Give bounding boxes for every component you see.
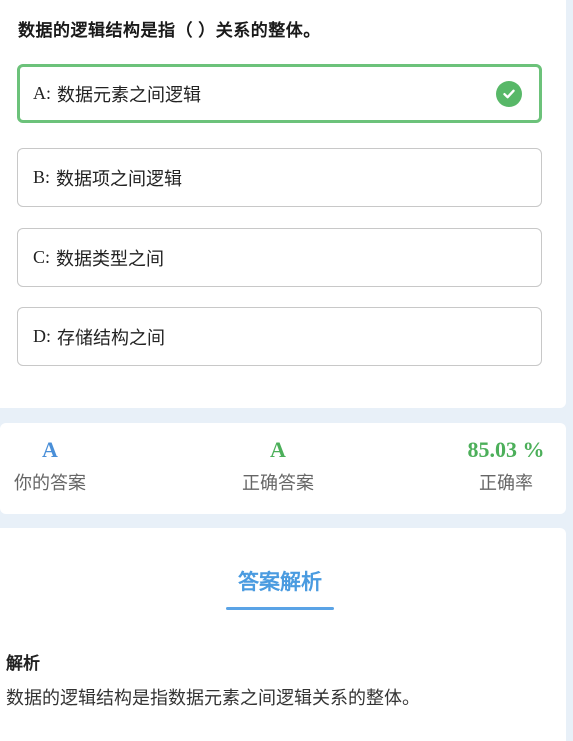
analysis-text: 数据的逻辑结构是指数据元素之间逻辑关系的整体。 xyxy=(6,688,420,708)
option-key: C: xyxy=(33,247,51,267)
option-text: 数据元素之间逻辑 xyxy=(57,84,201,105)
analysis-heading: 答案解析 xyxy=(238,571,322,594)
your-answer-value: A xyxy=(42,437,58,462)
option-text: 数据项之间逻辑 xyxy=(56,168,183,189)
correct-answer-label: 正确答案 xyxy=(242,473,314,493)
option-b[interactable]: B: 数据项之间逻辑 xyxy=(17,148,542,207)
your-answer-label: 你的答案 xyxy=(14,473,86,493)
your-answer-stat: A 你的答案 xyxy=(5,437,95,495)
analysis-label: 解析 xyxy=(6,654,40,673)
question-title: 数据的逻辑结构是指（ ）关系的整体。 xyxy=(18,21,321,40)
option-key: B: xyxy=(33,167,51,187)
check-circle-icon xyxy=(496,80,522,107)
option-text: 数据类型之间 xyxy=(56,248,165,269)
accuracy-stat: 85.03 % 正确率 xyxy=(458,437,554,495)
stats-card: A 你的答案 A 正确答案 85.03 % 正确率 xyxy=(0,423,566,514)
option-key: D: xyxy=(33,326,51,346)
option-a[interactable]: A: 数据元素之间逻辑 xyxy=(17,64,542,123)
correct-answer-value: A xyxy=(270,437,286,462)
accuracy-label: 正确率 xyxy=(479,473,533,493)
question-card: 数据的逻辑结构是指（ ）关系的整体。 A: 数据元素之间逻辑 B: 数据项之间逻… xyxy=(0,0,566,408)
analysis-card: 答案解析 解析 数据的逻辑结构是指数据元素之间逻辑关系的整体。 xyxy=(0,528,566,741)
accuracy-value: 85.03 % xyxy=(467,437,545,462)
option-c[interactable]: C: 数据类型之间 xyxy=(17,228,542,287)
option-key: A: xyxy=(33,83,51,103)
option-text: 存储结构之间 xyxy=(57,327,165,348)
option-d[interactable]: D: 存储结构之间 xyxy=(17,307,542,366)
analysis-heading-underline xyxy=(226,607,334,610)
correct-answer-stat: A 正确答案 xyxy=(232,437,324,495)
